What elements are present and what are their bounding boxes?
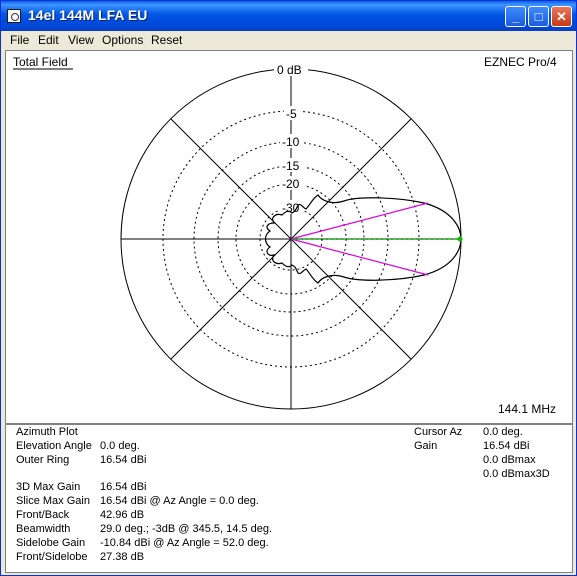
beamwidth-line-upper [290,202,429,240]
cursor-gain-value: 16.54 dBi [483,440,530,452]
plot-title: Total Field [13,55,68,69]
menu-file[interactable]: File [10,33,29,47]
elevation-angle-label: Elevation Angle [16,440,92,452]
cursor-gain-label: Gain [414,440,438,452]
menu-bar: File Edit View Options Reset [1,31,576,50]
sidelobe-gain-value: -10.84 dBi @ Az Angle = 52.0 deg. [100,537,269,549]
menu-reset[interactable]: Reset [151,33,182,47]
polar-plot-panel[interactable]: 0 dB -5 -10 -15 -20 -30 Total Field EZNE… [5,50,573,424]
app-window: 14el 144M LFA EU _ □ ✕ File Edit View Op… [0,0,577,576]
front-sidelobe-value: 27.38 dB [100,551,145,563]
frequency-label: 144.1 MHz [498,402,556,416]
cursor-az-label: Cursor Az [414,426,463,438]
ring-label-0db: 0 dB [277,63,302,77]
polar-plot[interactable]: 0 dB -5 -10 -15 -20 -30 Total Field EZNE… [6,51,572,423]
dbmax3d-value: 0.0 dBmax3D [483,468,550,480]
ring-label-10: -10 [282,135,300,149]
minimize-button[interactable]: _ [505,6,526,27]
program-name: EZNEC Pro/4 [484,55,557,69]
cursor-az-value: 0.0 deg. [483,426,523,438]
outer-ring-label: Outer Ring [16,454,70,466]
ring-label-20: -20 [282,177,300,191]
app-icon[interactable] [7,9,21,23]
slice-max-gain-value: 16.54 dBi @ Az Angle = 0.0 deg. [100,495,259,507]
slice-max-gain-label: Slice Max Gain [16,495,90,507]
menu-options[interactable]: Options [102,33,143,47]
menu-view[interactable]: View [68,33,94,47]
title-bar[interactable]: 14el 144M LFA EU _ □ ✕ [1,1,576,31]
max-gain-3d-label: 3D Max Gain [16,481,81,493]
ring-label-5: -5 [286,107,297,121]
info-panel: Azimuth Plot Elevation Angle 0.0 deg. Ou… [5,424,573,573]
window-title: 14el 144M LFA EU [28,7,148,23]
ring-label-15: -15 [282,159,300,173]
front-sidelobe-label: Front/Sidelobe [16,551,88,563]
cursor-marker [457,236,463,242]
elevation-angle-value: 0.0 deg. [100,440,140,452]
max-gain-3d-value: 16.54 dBi [100,481,147,493]
plot-type-label: Azimuth Plot [16,426,78,438]
close-button[interactable]: ✕ [551,6,572,27]
outer-ring-value: 16.54 dBi [100,454,147,466]
beamwidth-value: 29.0 deg.; -3dB @ 345.5, 14.5 deg. [100,523,273,535]
front-back-label: Front/Back [16,509,70,521]
menu-edit[interactable]: Edit [38,33,59,47]
dbmax-value: 0.0 dBmax [483,454,536,466]
sidelobe-gain-label: Sidelobe Gain [16,537,86,549]
front-back-value: 42.96 dB [100,509,145,521]
beamwidth-line-lower [290,238,429,276]
beamwidth-label: Beamwidth [16,523,71,535]
maximize-button[interactable]: □ [528,6,549,27]
